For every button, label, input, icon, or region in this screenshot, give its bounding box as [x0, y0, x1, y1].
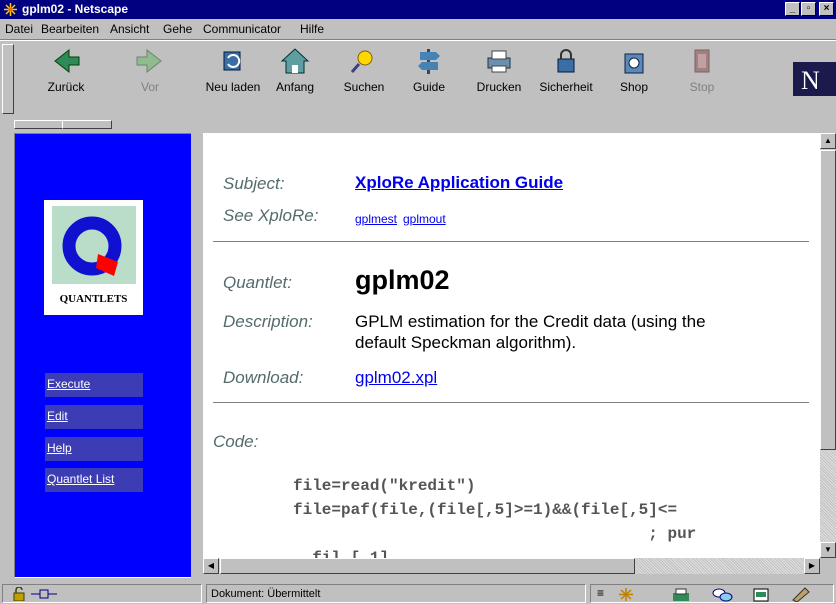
scroll-right-arrow-icon[interactable]: ▶ [804, 558, 820, 574]
maximize-button[interactable]: ▫ [801, 2, 816, 16]
status-security-zone [2, 584, 202, 603]
svg-text:N: N [801, 66, 820, 95]
status-text: Dokument: Übermittelt [211, 588, 321, 600]
netscape-n-icon: N [793, 62, 836, 96]
menu-bar: Datei Bearbeiten Ansicht Gehe Communicat… [0, 19, 836, 39]
guide-button[interactable]: Guide [398, 46, 460, 94]
code-line-1: file=read("kredit") [293, 477, 476, 495]
quantlet-label: Quantlet: [223, 273, 292, 292]
nav-execute-link[interactable]: Execute [45, 373, 143, 397]
menu-gehe[interactable]: Gehe [163, 22, 192, 36]
back-arrow-icon [54, 48, 80, 74]
stop-icon [694, 49, 710, 73]
quantlets-logo: QUANTLETS [44, 200, 143, 315]
quantlets-q-logo-icon [44, 200, 143, 290]
shop-button[interactable]: Shop [603, 46, 665, 94]
connection-status-icon [31, 589, 57, 599]
toolbar-collapse-tab-1[interactable] [14, 120, 64, 129]
description-line-1: GPLM estimation for the Credit data (usi… [355, 312, 706, 331]
nav-help-link[interactable]: Help [45, 437, 143, 461]
stop-button[interactable]: Stop [671, 46, 733, 94]
horizontal-scrollbar[interactable]: ◀ ▶ [203, 558, 820, 574]
vertical-scroll-thumb[interactable] [820, 150, 836, 450]
menu-hilfe[interactable]: Hilfe [300, 22, 324, 36]
nav-quantlet-list-link[interactable]: Quantlet List [45, 468, 143, 492]
forward-button[interactable]: Vor [119, 46, 181, 94]
window-title: gplm02 - Netscape [22, 2, 129, 16]
description-line-2: default Speckman algorithm). [355, 333, 577, 352]
code-line-4: fil [ 1] [293, 549, 390, 558]
navigation-toolbar: Zurück Vor Neu laden Anfang Suchen Guide… [0, 40, 836, 116]
forward-arrow-icon [136, 48, 162, 74]
search-icon [350, 50, 373, 73]
home-icon [280, 48, 310, 74]
scroll-down-arrow-icon[interactable]: ▼ [820, 542, 836, 558]
see-link-gplmout[interactable]: gplmout [403, 212, 446, 226]
home-button[interactable]: Anfang [264, 46, 326, 94]
shop-bag-icon [624, 53, 644, 74]
address-book-icon[interactable] [751, 587, 771, 602]
code-line-2: file=paf(file,(file[,5]>=1)&&(file[,5]<= [293, 501, 678, 519]
subject-link[interactable]: XploRe Application Guide [355, 173, 563, 193]
menu-ansicht[interactable]: Ansicht [110, 22, 149, 36]
divider-1 [213, 241, 809, 243]
toolbar-grip[interactable] [2, 44, 14, 114]
subject-label: Subject: [223, 174, 285, 193]
see-xplore-label: See XploRe: [223, 206, 319, 225]
content-frame: Subject: XploRe Application Guide See Xp… [203, 133, 820, 558]
reload-button[interactable]: Neu laden [202, 46, 264, 94]
search-button[interactable]: Suchen [333, 46, 395, 94]
minimize-button[interactable]: _ [785, 2, 800, 16]
download-label: Download: [223, 368, 304, 387]
mailbox-icon[interactable] [671, 587, 693, 602]
composer-icon[interactable] [791, 587, 811, 602]
divider-2 [213, 402, 809, 404]
component-bar-grip-icon[interactable]: ≡ [597, 586, 604, 600]
unlocked-padlock-icon[interactable] [11, 587, 27, 601]
see-link-gplmest[interactable]: gplmest [355, 212, 397, 226]
frame-divider[interactable] [191, 133, 201, 578]
reload-icon [223, 51, 241, 71]
menu-communicator[interactable]: Communicator [203, 22, 281, 36]
code-label: Code: [213, 432, 259, 451]
menu-bearbeiten[interactable]: Bearbeiten [41, 22, 99, 36]
back-button[interactable]: Zurück [35, 46, 97, 94]
lock-icon [557, 49, 575, 73]
menu-datei[interactable]: Datei [5, 22, 33, 36]
close-button[interactable]: × [819, 2, 834, 16]
logo-label: QUANTLETS [59, 293, 128, 305]
printer-icon [487, 50, 511, 73]
component-bar: ≡ [590, 584, 834, 603]
scroll-left-arrow-icon[interactable]: ◀ [203, 558, 219, 574]
print-button[interactable]: Drucken [468, 46, 530, 94]
nav-edit-link[interactable]: Edit [45, 405, 143, 429]
status-bar: Dokument: Übermittelt ≡ [0, 583, 836, 604]
horizontal-scroll-thumb[interactable] [220, 558, 635, 574]
toolbar-collapse-tab-2[interactable] [62, 120, 112, 129]
netscape-app-icon [3, 2, 18, 17]
download-link[interactable]: gplm02.xpl [355, 368, 437, 388]
netscape-logo-throbber[interactable]: N [793, 62, 836, 96]
status-text-panel: Dokument: Übermittelt [206, 584, 586, 603]
quantlet-name: gplm02 [355, 265, 450, 295]
description-label: Description: [223, 312, 313, 331]
title-bar[interactable]: gplm02 - Netscape _ ▫ × [0, 0, 836, 19]
scroll-up-arrow-icon[interactable]: ▲ [820, 133, 836, 149]
code-line-3: ; pur [293, 525, 697, 543]
vertical-scrollbar[interactable]: ▲ ▼ [820, 133, 836, 558]
security-button[interactable]: Sicherheit [535, 46, 597, 94]
guide-signpost-icon [418, 49, 440, 74]
discussion-groups-icon[interactable] [711, 587, 733, 602]
navigator-icon[interactable] [617, 587, 635, 602]
